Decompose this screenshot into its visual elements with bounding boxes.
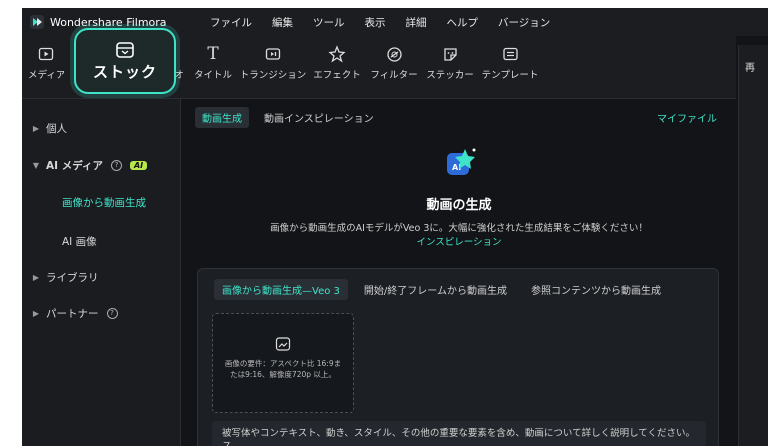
- tool-transition-label: トランジション: [239, 70, 307, 81]
- chevron-right-icon: ▶: [32, 308, 40, 318]
- menu-tools[interactable]: ツール: [303, 15, 355, 30]
- app-name: Wondershare Filmora: [50, 15, 167, 29]
- sidebar-item-ai-media[interactable]: ▼ AI メディア ? AI: [22, 150, 180, 180]
- menu-bar: ファイル 編集 ツール 表示 詳細 ヘルプ バージョン: [200, 15, 560, 30]
- tab-start-end-frame[interactable]: 開始/終了フレームから動画生成: [356, 279, 515, 300]
- tool-stock-label: ストック: [92, 62, 157, 81]
- ai-badge: AI: [129, 160, 148, 170]
- upload-requirements: 画像の要件：アスペクト比 16:9または9:16、解像度720p 以上。: [224, 359, 342, 379]
- generation-mode-tabs: 画像から動画生成—Veo 3 開始/終了フレームから動画生成 参照コンテンツから…: [214, 279, 669, 300]
- content-tabs: 動画生成 動画インスピレーション: [195, 107, 381, 128]
- sidebar-item-label: ライブラリ: [46, 271, 99, 284]
- tool-stock[interactable]: ストック: [74, 28, 176, 94]
- media-icon: [38, 47, 54, 61]
- menu-edit[interactable]: 編集: [262, 15, 303, 30]
- menu-version[interactable]: バージョン: [488, 15, 560, 30]
- text-t-icon: T: [207, 44, 219, 64]
- tool-template[interactable]: テンプレート: [480, 42, 540, 81]
- tool-filter[interactable]: フィルター: [369, 42, 419, 81]
- sidebar-item-label: AI メディア: [46, 159, 103, 172]
- chevron-right-icon: ▶: [32, 123, 40, 133]
- filter-icon: [386, 46, 402, 62]
- generation-card: 画像から動画生成—Veo 3 開始/終了フレームから動画生成 参照コンテンツから…: [197, 268, 719, 446]
- filmora-logo-icon: [30, 15, 44, 29]
- main-content: 動画生成 動画インスピレーション マイファイル AI 動画の生成 画像から動画生…: [181, 99, 737, 446]
- tool-title[interactable]: T タイトル: [192, 42, 234, 81]
- sidebar-item-library[interactable]: ▶ ライブラリ: [22, 262, 180, 292]
- sidebar-item-label: AI 画像: [62, 235, 97, 248]
- sidebar: ▶ 個人 ▼ AI メディア ? AI 画像から動画生成 AI 画像 ▶ ライブ…: [22, 99, 181, 446]
- image-upload-area[interactable]: 画像の要件：アスペクト比 16:9または9:16、解像度720p 以上。: [212, 313, 354, 413]
- tool-template-label: テンプレート: [481, 70, 539, 81]
- sidebar-item-label: 個人: [46, 122, 67, 135]
- sidebar-item-label: パートナー: [46, 307, 99, 320]
- tab-reference-content[interactable]: 参照コンテンツから動画生成: [523, 279, 669, 300]
- tool-media[interactable]: メディア: [26, 42, 66, 81]
- stock-icon: [116, 41, 134, 58]
- tab-image-to-video-veo3[interactable]: 画像から動画生成—Veo 3: [214, 279, 348, 300]
- tool-transition[interactable]: トランジション: [240, 42, 306, 81]
- menu-advanced[interactable]: 詳細: [396, 15, 437, 30]
- my-files-link[interactable]: マイファイル: [657, 110, 717, 125]
- sticker-icon: [443, 47, 457, 61]
- right-panel-label: 再: [745, 63, 755, 74]
- chevron-down-icon: ▼: [32, 160, 40, 170]
- sidebar-item-partner[interactable]: ▶ パートナー ?: [22, 298, 180, 328]
- ai-star-icon: AI: [447, 148, 476, 175]
- prompt-input[interactable]: 被写体やコンテキスト、動き、スタイル、その他の重要な要素を含め、動画について詳し…: [212, 421, 706, 446]
- inspiration-link[interactable]: インスピレーション: [181, 234, 737, 248]
- menu-view[interactable]: 表示: [355, 15, 396, 30]
- template-icon: [502, 47, 518, 60]
- hero-description: 画像から動画生成のAIモデルがVeo 3に。大幅に強化された生成結果をご体験くだ…: [270, 223, 648, 234]
- app-logo: Wondershare Filmora: [22, 15, 200, 29]
- tool-sticker[interactable]: ステッカー: [424, 42, 476, 81]
- tool-sticker-label: ステッカー: [426, 70, 474, 81]
- app-window: Wondershare Filmora ファイル 編集 ツール 表示 詳細 ヘル…: [22, 8, 768, 446]
- menu-help[interactable]: ヘルプ: [437, 15, 489, 30]
- menu-file[interactable]: ファイル: [200, 15, 262, 30]
- effect-icon: [328, 45, 346, 63]
- sidebar-item-personal[interactable]: ▶ 個人: [22, 113, 180, 143]
- hero-title: 動画の生成: [426, 198, 492, 213]
- sidebar-item-label: 画像から動画生成: [62, 196, 146, 209]
- right-panel: 再: [738, 45, 768, 446]
- help-icon[interactable]: ?: [106, 307, 118, 319]
- tool-title-label: タイトル: [193, 70, 232, 81]
- tool-effect[interactable]: エフェクト: [311, 42, 363, 81]
- chevron-right-icon: ▶: [32, 272, 40, 282]
- tool-effect-label: エフェクト: [313, 70, 361, 81]
- image-upload-icon: [275, 337, 291, 351]
- tab-video-generation[interactable]: 動画生成: [195, 107, 249, 128]
- transition-icon: [265, 48, 281, 60]
- tab-video-inspiration[interactable]: 動画インスピレーション: [257, 107, 381, 128]
- tool-media-label: メディア: [28, 70, 64, 81]
- help-icon[interactable]: ?: [110, 159, 122, 171]
- tool-filter-label: フィルター: [370, 70, 418, 81]
